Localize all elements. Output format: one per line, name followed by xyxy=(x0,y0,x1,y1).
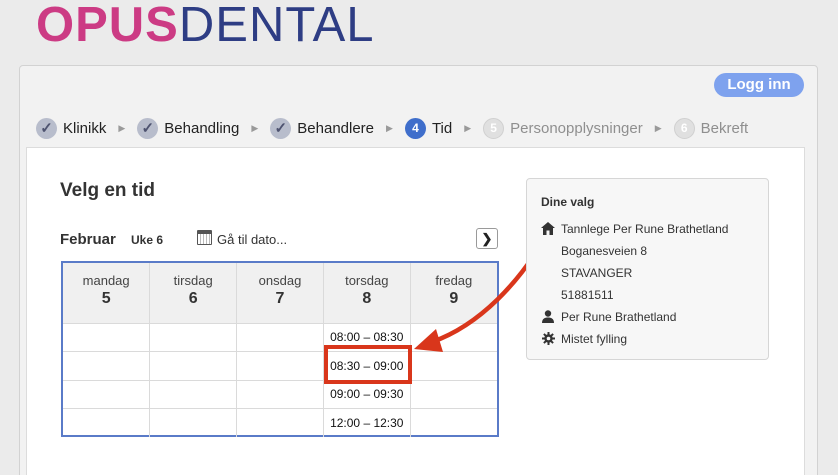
step-number-badge: 6 xyxy=(673,117,695,139)
empty-slot xyxy=(410,409,497,438)
slot-row: 12:00 – 12:30 xyxy=(63,408,497,438)
slot-row: 08:00 – 08:30 xyxy=(63,323,497,352)
check-icon: ✓ xyxy=(36,117,57,139)
logo-part-dental: DENTAL xyxy=(178,0,375,52)
step-label: Klinikk xyxy=(63,119,107,137)
user-icon xyxy=(541,309,555,323)
page-title: Velg en tid xyxy=(60,180,156,201)
day-header-mandag: mandag 5 xyxy=(63,263,151,324)
step-separator-icon: ▶ xyxy=(386,122,393,133)
day-name: tirsdag xyxy=(173,273,213,288)
empty-slot xyxy=(63,351,151,381)
step-separator-icon: ▶ xyxy=(464,122,472,133)
check-icon: ✓ xyxy=(137,117,159,139)
step-number-badge: 4 xyxy=(404,117,426,139)
choices-panel: Dine valg Tannlege Per Rune Brathetland … xyxy=(526,178,769,360)
day-number: 6 xyxy=(188,290,198,307)
step-separator-icon: ▶ xyxy=(118,122,126,133)
empty-slot xyxy=(149,408,238,437)
empty-slot xyxy=(149,380,238,409)
empty-slot xyxy=(236,323,324,352)
step-label: Bekreft xyxy=(700,119,749,137)
week-calendar: mandag 5 tirsdag 6 onsdag 7 torsdag 8 fredag… xyxy=(61,261,499,437)
day-name: fredag xyxy=(435,273,473,288)
step-tid: 4 Tid xyxy=(404,117,453,139)
day-header-fredag: fredag 9 xyxy=(410,263,497,324)
check-icon: ✓ xyxy=(270,117,292,139)
empty-slot xyxy=(236,351,324,381)
week-label: Uke 6 xyxy=(131,233,164,247)
day-header-tirsdag: tirsdag 6 xyxy=(149,263,238,324)
step-behandling[interactable]: ✓ Behandling xyxy=(137,117,240,139)
day-number: 9 xyxy=(449,290,459,307)
step-separator-icon: ▶ xyxy=(654,122,662,133)
calendar-icon[interactable] xyxy=(197,230,212,245)
clinic-phone: 51881511 xyxy=(561,288,614,302)
day-number: 7 xyxy=(275,290,285,307)
step-separator-icon: ▶ xyxy=(251,122,259,133)
home-icon xyxy=(541,221,555,235)
step-klinikk[interactable]: ✓ Klinikk xyxy=(36,117,107,139)
goto-date-link[interactable]: Gå til dato... xyxy=(217,232,287,247)
clinic-name: Tannlege Per Rune Brathetland xyxy=(561,222,729,236)
empty-slot xyxy=(236,380,324,409)
login-button[interactable]: Logg inn xyxy=(714,73,804,97)
empty-slot xyxy=(63,323,151,352)
month-label: Februar xyxy=(60,231,116,248)
step-bekreft: 6 Bekreft xyxy=(673,117,749,139)
choices-title: Dine valg xyxy=(541,195,595,209)
step-personopplysninger: 5 Personopplysninger xyxy=(483,117,643,139)
empty-slot xyxy=(410,380,497,409)
empty-slot xyxy=(410,323,497,352)
next-week-button[interactable]: ❯ xyxy=(476,228,498,249)
day-header-torsdag: torsdag 8 xyxy=(323,263,411,324)
day-number: 8 xyxy=(362,290,372,307)
step-label: Tid xyxy=(431,119,453,137)
empty-slot xyxy=(149,323,238,352)
day-name: mandag xyxy=(82,273,130,288)
highlight-box xyxy=(324,345,412,384)
clinic-city: STAVANGER xyxy=(561,266,633,280)
day-number: 5 xyxy=(101,290,111,307)
time-slot[interactable]: 12:00 – 12:30 xyxy=(323,408,411,437)
empty-slot xyxy=(63,380,151,409)
time-slot[interactable]: 09:00 – 09:30 xyxy=(323,380,411,409)
step-number-badge: 5 xyxy=(483,117,505,139)
empty-slot xyxy=(149,351,238,381)
slot-row: 08:30 – 09:00 xyxy=(63,351,497,381)
practitioner-name: Per Rune Brathetland xyxy=(561,310,677,324)
step-label: Personopplysninger xyxy=(510,119,643,137)
empty-slot xyxy=(410,351,497,381)
gear-icon xyxy=(541,331,555,345)
step-progress: ✓ Klinikk ▶ ✓ Behandling ▶ ✓ Behandlere … xyxy=(36,116,748,140)
step-behandlere[interactable]: ✓ Behandlere xyxy=(270,117,375,139)
chevron-right-icon: ❯ xyxy=(481,230,493,246)
logo-part-opus: OPUS xyxy=(36,0,179,52)
opus-dental-logo: OPUSDENTAL xyxy=(36,0,375,50)
empty-slot xyxy=(63,408,151,437)
treatment-name: Mistet fylling xyxy=(561,332,628,346)
step-label: Behandlere xyxy=(297,119,375,137)
slot-row: 09:00 – 09:30 xyxy=(63,380,497,409)
clinic-address: Boganesveien 8 xyxy=(561,244,648,258)
day-name: torsdag xyxy=(345,273,389,288)
empty-slot xyxy=(236,408,324,437)
day-header-onsdag: onsdag 7 xyxy=(236,263,324,324)
day-name: onsdag xyxy=(258,273,302,288)
step-label: Behandling xyxy=(164,119,240,137)
